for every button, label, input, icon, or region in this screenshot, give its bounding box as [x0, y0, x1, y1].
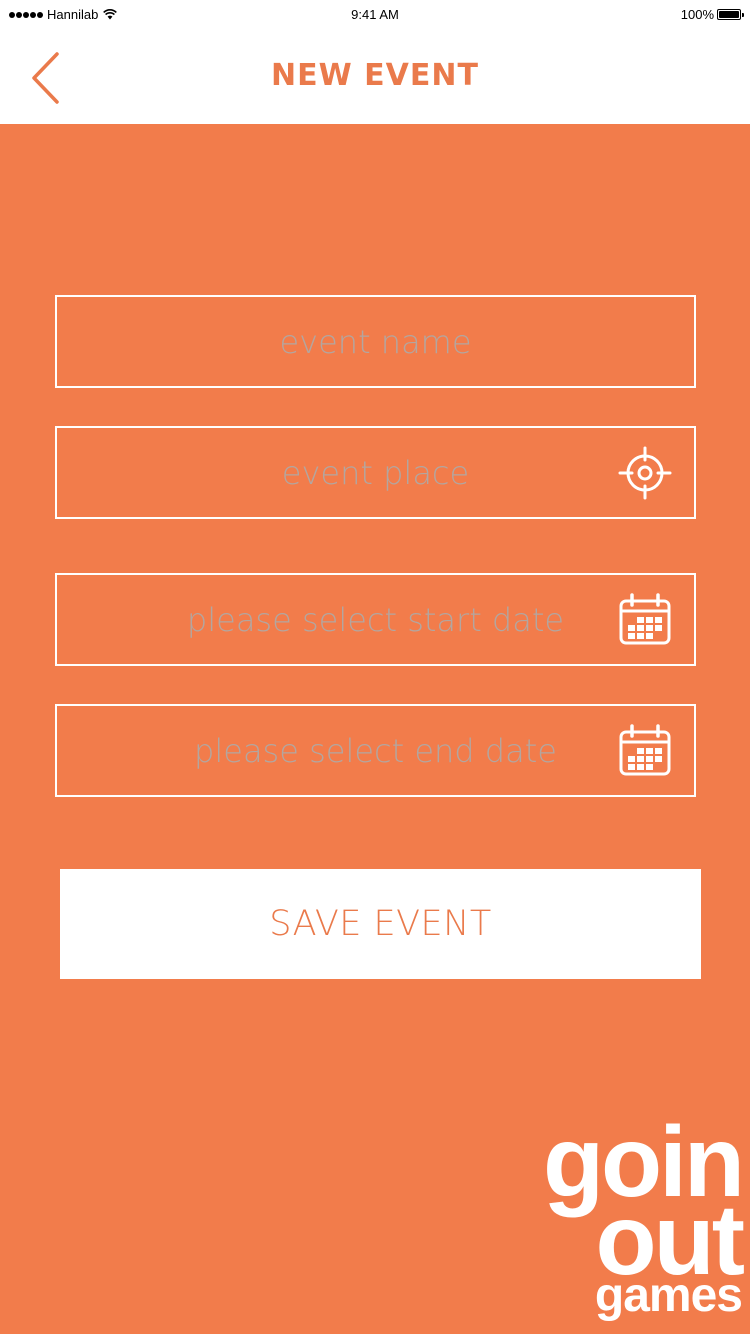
- brand-logo: goin out games: [512, 1112, 745, 1324]
- status-time: 9:41 AM: [351, 7, 399, 22]
- event-name-input[interactable]: [57, 297, 694, 386]
- end-date-input[interactable]: [57, 706, 694, 795]
- page-title: NEW EVENT: [271, 58, 479, 93]
- event-place-field[interactable]: [55, 426, 696, 519]
- battery-icon: [717, 9, 744, 20]
- start-date-input[interactable]: [57, 575, 694, 664]
- logo-line-games: games: [594, 1269, 743, 1322]
- crosshair-icon[interactable]: [618, 446, 672, 500]
- status-right: 100%: [680, 7, 744, 22]
- save-event-button[interactable]: SAVE EVENT: [60, 869, 701, 979]
- battery-percentage: 100%: [680, 7, 714, 22]
- event-place-input[interactable]: [57, 428, 694, 517]
- status-bar: Hannilab 9:41 AM 100%: [0, 0, 750, 30]
- nav-bar: NEW EVENT: [0, 30, 750, 124]
- end-date-field[interactable]: [55, 704, 696, 797]
- start-date-field[interactable]: [55, 573, 696, 666]
- calendar-icon[interactable]: [618, 724, 672, 778]
- calendar-icon[interactable]: [618, 593, 672, 647]
- event-name-field[interactable]: [55, 295, 696, 388]
